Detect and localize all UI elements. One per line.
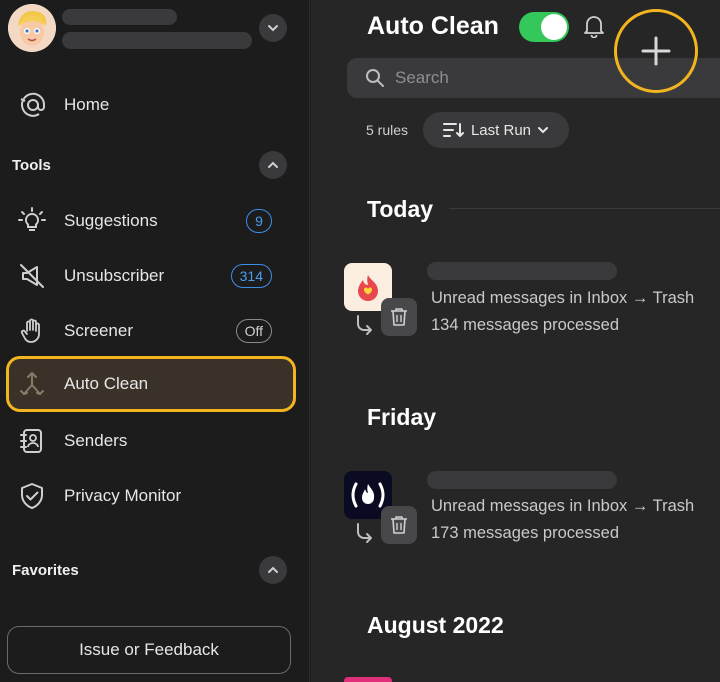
main-panel: Auto Clean Search 5 rules Last Run Today… <box>311 0 720 682</box>
page-title: Auto Clean <box>367 12 499 40</box>
unsubscriber-count-badge: 314 <box>230 264 272 288</box>
sidebar-item-label: Unsubscriber <box>64 266 165 285</box>
group-divider <box>449 208 720 209</box>
sort-button[interactable]: Last Run <box>423 112 569 148</box>
hand-raised-icon <box>18 317 46 345</box>
sidebar-item-senders[interactable]: Senders <box>6 413 296 469</box>
sender-name-placeholder <box>427 262 617 280</box>
user-avatar[interactable] <box>8 4 56 52</box>
sidebar-item-label: Home <box>64 95 110 114</box>
screener-status-badge: Off <box>235 319 272 343</box>
account-menu-button[interactable] <box>259 14 287 42</box>
memoji-icon <box>8 4 56 52</box>
sidebar-item-label: Auto Clean <box>64 374 149 393</box>
sender-logo-icon <box>344 677 392 682</box>
rules-count: 5 rules <box>366 122 409 138</box>
sidebar-item-label: Privacy Monitor <box>64 486 182 505</box>
tools-collapse-button[interactable] <box>259 151 287 179</box>
sidebar-item-suggestions[interactable]: Suggestions 9 <box>6 193 296 249</box>
tools-section-title: Tools <box>12 157 51 174</box>
suggestions-count-badge: 9 <box>246 209 272 233</box>
sidebar-item-label: Senders <box>64 431 128 450</box>
issue-feedback-button[interactable]: Issue or Feedback <box>7 626 291 674</box>
bell-icon[interactable] <box>583 14 605 43</box>
redirect-arrow-icon <box>357 315 372 335</box>
auto-clean-toggle[interactable] <box>519 12 569 42</box>
redirect-arrow-icon <box>357 523 372 543</box>
sort-icon <box>442 123 464 137</box>
sort-label: Last Run <box>470 121 532 139</box>
user-email-placeholder <box>62 32 252 49</box>
favorites-collapse-button[interactable] <box>259 556 287 584</box>
add-rule-button[interactable] <box>614 9 698 93</box>
user-name-placeholder <box>62 9 177 25</box>
rule-description: Unread messages in Inbox → Trash <box>431 497 695 515</box>
sidebar-item-screener[interactable]: Screener Off <box>6 303 296 359</box>
search-icon <box>366 69 384 87</box>
shield-check-icon <box>18 482 46 510</box>
search-placeholder: Search <box>395 68 449 87</box>
chevron-up-icon <box>268 566 278 573</box>
sidebar: Home Tools Suggestions 9 Unsubscriber 31… <box>0 0 310 682</box>
trash-icon <box>381 298 417 336</box>
chevron-down-icon <box>538 127 549 134</box>
contact-book-icon <box>18 427 46 455</box>
rule-processed-count: 173 messages processed <box>431 524 620 542</box>
auto-clean-arrows-icon <box>18 370 46 398</box>
sidebar-item-auto-clean[interactable]: Auto Clean <box>6 356 296 412</box>
favorites-section-title: Favorites <box>12 562 79 579</box>
trash-icon <box>381 506 417 544</box>
sidebar-item-label: Suggestions <box>64 211 158 230</box>
sidebar-item-home[interactable]: Home <box>6 77 296 133</box>
group-title-friday: Friday <box>367 404 437 430</box>
lightbulb-icon <box>18 207 46 235</box>
sidebar-item-privacy-monitor[interactable]: Privacy Monitor <box>6 468 296 524</box>
chevron-down-icon <box>268 25 278 32</box>
rule-processed-count: 134 messages processed <box>431 316 620 334</box>
rule-description: Unread messages in Inbox → Trash <box>431 289 695 307</box>
sender-name-placeholder <box>427 471 617 489</box>
toggle-knob <box>541 14 567 40</box>
group-title-today: Today <box>367 196 434 222</box>
sidebar-item-unsubscriber[interactable]: Unsubscriber 314 <box>6 248 296 304</box>
at-sign-icon <box>18 91 46 119</box>
megaphone-slash-icon <box>18 262 46 290</box>
chevron-up-icon <box>268 161 278 168</box>
group-title-august-2022: August 2022 <box>367 612 504 638</box>
plus-icon <box>641 36 671 66</box>
sidebar-item-label: Screener <box>64 321 133 340</box>
